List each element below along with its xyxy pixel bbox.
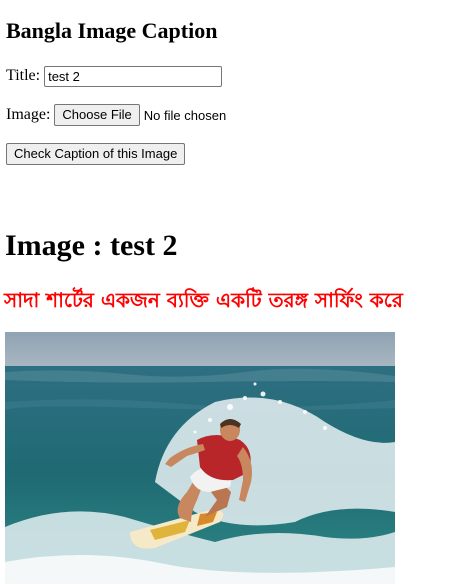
image-label: Image: xyxy=(6,106,51,123)
title-input[interactable] xyxy=(44,65,223,87)
image-row: Image: Choose File No file chosen xyxy=(6,103,226,127)
result-heading: Image : test 2 xyxy=(5,229,178,262)
uploaded-photo xyxy=(5,332,395,584)
generated-caption: সাদা শার্টের একজন ব্যক্তি একটি তরঙ্গ সার… xyxy=(4,288,403,312)
submit-row: Check Caption of this Image xyxy=(6,142,186,166)
file-status-text: No file chosen xyxy=(143,107,227,123)
page-title: Bangla Image Caption xyxy=(6,18,218,43)
title-label: Title: xyxy=(6,67,41,84)
choose-file-button[interactable]: Choose File xyxy=(54,104,140,126)
title-row: Title: xyxy=(6,64,223,88)
check-caption-button[interactable]: Check Caption of this Image xyxy=(6,143,186,165)
